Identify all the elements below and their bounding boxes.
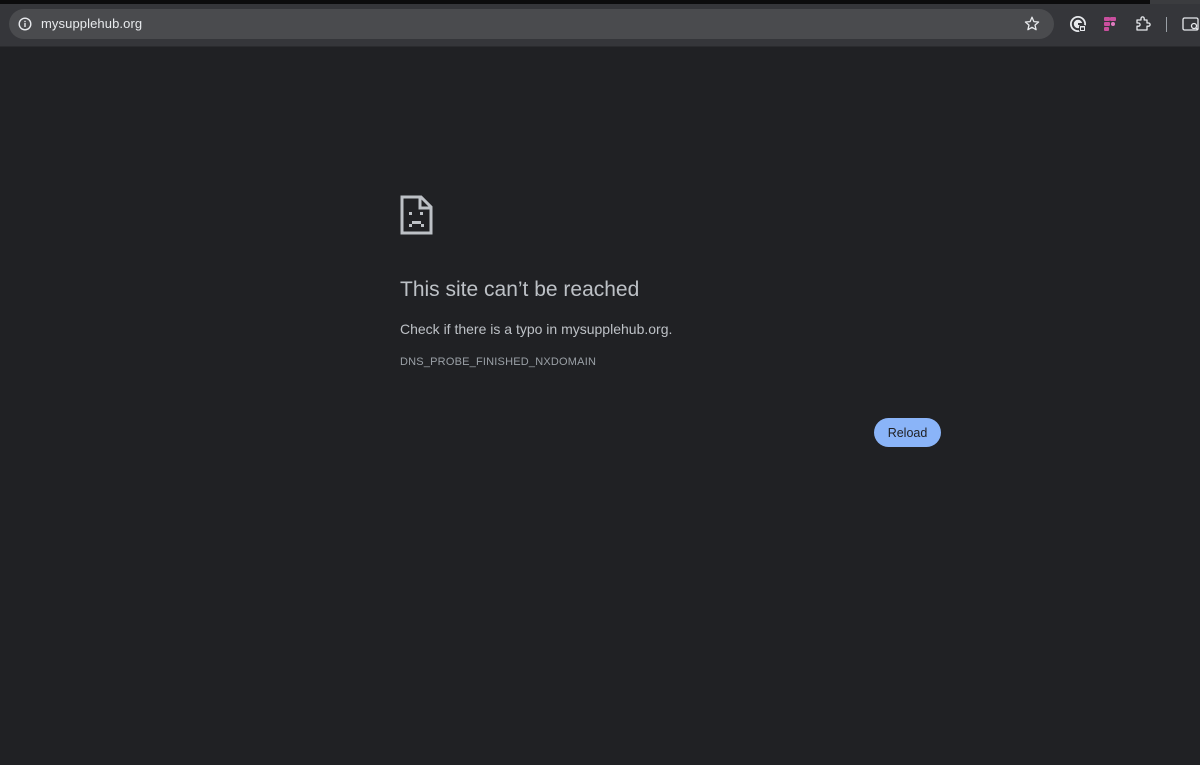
info-icon[interactable] <box>18 17 32 31</box>
error-title: This site can’t be reached <box>400 278 640 301</box>
toolbar-separator <box>1166 17 1167 32</box>
address-bar-url[interactable]: mysupplehub.org <box>41 16 142 31</box>
address-bar[interactable]: mysupplehub.org <box>9 9 1054 39</box>
reload-button[interactable]: Reload <box>874 418 941 447</box>
sad-document-icon <box>400 195 433 235</box>
google-account-icon[interactable] <box>1068 14 1088 34</box>
star-icon[interactable] <box>1023 15 1041 33</box>
error-code: DNS_PROBE_FINISHED_NXDOMAIN <box>400 356 597 368</box>
puzzle-icon[interactable] <box>1133 14 1153 34</box>
error-page: This site can’t be reached Check if ther… <box>0 47 1200 765</box>
browser-toolbar: mysupplehub.org <box>0 4 1200 47</box>
error-description: Check if there is a typo in mysupplehub.… <box>400 321 673 337</box>
figma-extension-icon[interactable] <box>1100 14 1120 34</box>
tab-search-icon[interactable] <box>1181 14 1200 34</box>
